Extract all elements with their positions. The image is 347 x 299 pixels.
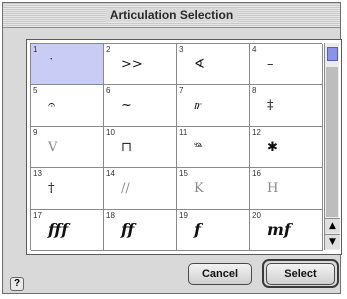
articulation-symbol: ✱ [267, 139, 278, 155]
articulation-symbol: V [48, 139, 58, 155]
articulation-symbol: ff [121, 219, 135, 239]
cell-number: 15 [179, 169, 188, 179]
articulation-cell[interactable]: 13 † [31, 168, 104, 210]
cell-number: 16 [252, 169, 261, 179]
cell-number: 19 [179, 210, 188, 220]
cell-number: 6 [106, 86, 111, 96]
cell-number: 20 [252, 210, 261, 220]
articulation-grid: 1 ˙ 2 >> 3 ∢ 4–5 𝄐 6 ~7 𝆖 8 ‡ 9 V 10 ⊓ 11 𝆮 12 ✱ 13 † 14//15 K 16… [30, 43, 323, 251]
articulation-symbol: >> [121, 57, 143, 72]
articulation-cell[interactable]: 20 mf [250, 209, 323, 251]
dialog-title: Articulation Selection [3, 7, 340, 23]
articulation-cell[interactable]: 18 ff [104, 209, 177, 251]
articulation-symbol: ‡ [267, 98, 274, 114]
articulation-symbol: ˙ [48, 57, 55, 72]
articulation-symbol: 𝆖 [194, 98, 202, 114]
articulation-symbol: mf [267, 219, 291, 239]
articulation-symbol: 𝆮 [194, 139, 203, 155]
articulation-cell[interactable]: 17 fff [31, 209, 104, 251]
articulation-cell[interactable]: 3 ∢ [177, 44, 250, 86]
articulation-symbol: ⊓ [121, 139, 132, 155]
articulation-cell[interactable]: 9V [31, 126, 104, 169]
articulation-symbol: † [48, 181, 55, 197]
cell-number: 10 [106, 127, 115, 137]
articulation-cell[interactable]: 8 ‡ [250, 85, 323, 127]
articulation-symbol: H [267, 181, 279, 197]
articulation-symbol: // [121, 181, 130, 197]
articulation-cell[interactable]: 7 𝆖 [177, 85, 250, 127]
articulation-symbol: K [194, 181, 204, 197]
cell-number: 9 [33, 127, 38, 137]
cell-number: 5 [33, 86, 38, 96]
cell-number: 3 [179, 45, 184, 54]
articulation-cell[interactable]: 19 f [177, 209, 250, 251]
title-bar[interactable]: Articulation Selection [3, 3, 340, 28]
articulation-symbol: f [194, 219, 201, 239]
cell-number: 11 [179, 127, 188, 137]
cell-number: 2 [106, 45, 111, 54]
scroll-thumb[interactable] [327, 47, 338, 61]
articulation-cell[interactable]: 14 // [104, 168, 177, 210]
articulation-symbol: ~ [121, 98, 132, 114]
articulation-cell[interactable]: 6 ~ [104, 85, 177, 127]
articulation-cell[interactable]: 10 ⊓ [104, 126, 177, 169]
cell-number: 18 [106, 210, 115, 220]
help-icon[interactable]: ? [10, 277, 24, 291]
vertical-scrollbar[interactable]: ▲ ▼ [324, 43, 340, 250]
articulation-cell[interactable]: 2 >> [104, 44, 177, 86]
articulation-cell[interactable]: 4– [250, 44, 323, 86]
articulation-cell[interactable]: 16 H [250, 168, 323, 210]
select-button[interactable]: Select [266, 263, 335, 285]
cell-number: 4 [252, 45, 257, 54]
articulation-cell[interactable]: 12 ✱ [250, 126, 323, 169]
articulation-symbol: 𝄐 [48, 98, 56, 114]
scroll-up-arrow-icon[interactable]: ▲ [325, 218, 340, 233]
articulation-cell[interactable]: 5 𝄐 [31, 85, 104, 127]
cancel-button[interactable]: Cancel [188, 263, 252, 285]
articulation-cell[interactable]: 1 ˙ [31, 44, 104, 86]
scroll-down-arrow-icon[interactable]: ▼ [325, 234, 340, 249]
cell-number: 1 [33, 45, 38, 54]
scroll-track[interactable] [326, 67, 338, 217]
cell-number: 17 [33, 210, 42, 220]
cell-number: 13 [33, 169, 42, 179]
cell-number: 14 [106, 169, 115, 179]
cell-number: 7 [179, 86, 184, 96]
articulation-dialog: Articulation Selection 1 ˙ 2 >> 3 ∢ 4–5 𝄐 6 ~7 𝆖 8 ‡… [2, 2, 342, 294]
articulation-panel: 1 ˙ 2 >> 3 ∢ 4–5 𝄐 6 ~7 𝆖 8 ‡ 9 V 10 ⊓ 11 𝆮 12 ✱ 13 † 14//15 K 16… [26, 39, 342, 255]
articulation-symbol: – [267, 57, 274, 72]
articulation-symbol: ∢ [194, 57, 205, 72]
cell-number: 8 [252, 86, 257, 96]
articulation-symbol: fff [48, 219, 69, 239]
articulation-cell[interactable]: 15 K [177, 168, 250, 210]
articulation-cell[interactable]: 11 𝆮 [177, 126, 250, 169]
cell-number: 12 [252, 127, 261, 137]
